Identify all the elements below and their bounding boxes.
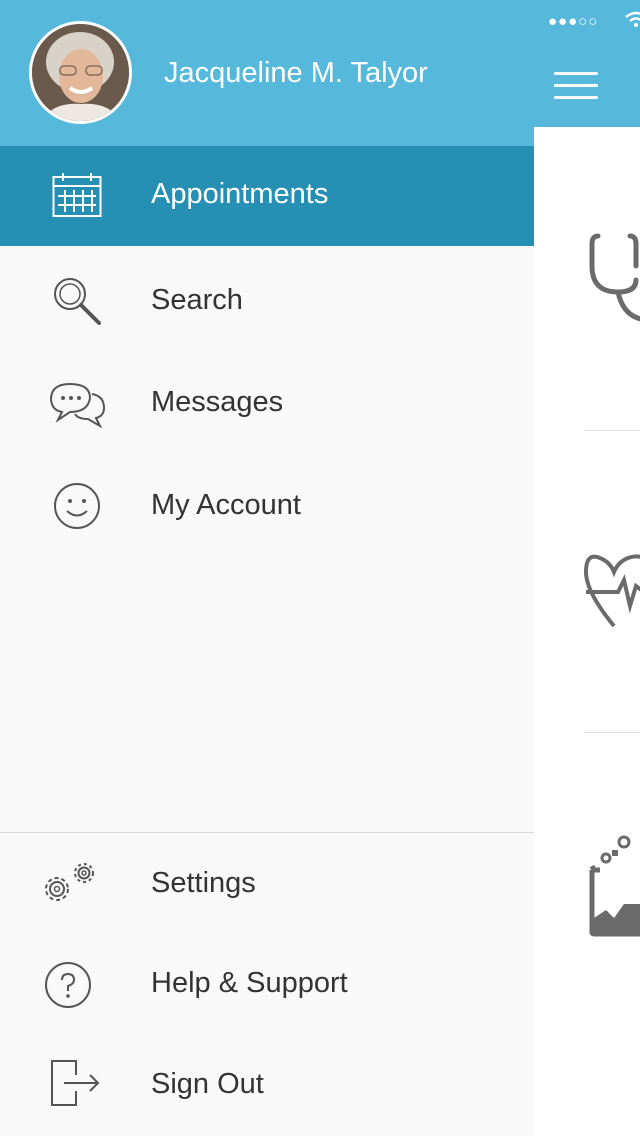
- menu-item-my-account[interactable]: My Account: [0, 454, 534, 558]
- navigation-drawer: Jacqueline M. Talyor Appointments Search: [0, 0, 534, 1136]
- menu-toggle-button[interactable]: [554, 70, 598, 102]
- smiley-icon: [54, 483, 100, 529]
- menu-item-messages[interactable]: Messages: [0, 352, 534, 454]
- menu-label-appointments: Appointments: [151, 178, 329, 210]
- card-divider: [584, 430, 640, 431]
- signal-strength: ●●●○○: [548, 13, 599, 30]
- lab-beaker-icon[interactable]: [584, 834, 640, 938]
- menu-label-help-support: Help & Support: [151, 967, 348, 999]
- heart-rate-icon[interactable]: [584, 548, 640, 638]
- card-divider: [584, 732, 640, 733]
- question-circle-icon: [45, 962, 91, 1008]
- chat-bubbles-icon: [49, 382, 106, 428]
- sign-out-icon: [51, 1060, 100, 1106]
- calendar-icon: [52, 173, 102, 217]
- stethoscope-icon[interactable]: [584, 230, 640, 330]
- user-name: Jacqueline M. Talyor: [164, 57, 428, 89]
- menu-label-sign-out: Sign Out: [151, 1068, 264, 1100]
- menu-label-messages: Messages: [151, 386, 284, 418]
- main-header: ●●●○○: [534, 0, 640, 127]
- menu-item-search[interactable]: Search: [0, 246, 534, 352]
- wifi-icon: [625, 11, 640, 27]
- menu-label-search: Search: [151, 284, 243, 316]
- menu-item-settings[interactable]: Settings: [0, 833, 534, 935]
- magnifier-icon: [54, 278, 101, 325]
- gears-icon: [45, 863, 94, 901]
- menu-item-sign-out[interactable]: Sign Out: [0, 1035, 534, 1136]
- menu-label-settings: Settings: [151, 867, 256, 899]
- user-photo: [32, 24, 129, 121]
- menu-item-help-support[interactable]: Help & Support: [0, 935, 534, 1035]
- profile-header: Jacqueline M. Talyor: [0, 0, 534, 146]
- avatar[interactable]: [29, 21, 132, 124]
- main-screen: ●●●○○: [534, 0, 640, 1136]
- menu-item-appointments[interactable]: Appointments: [0, 146, 534, 246]
- menu-label-my-account: My Account: [151, 489, 301, 521]
